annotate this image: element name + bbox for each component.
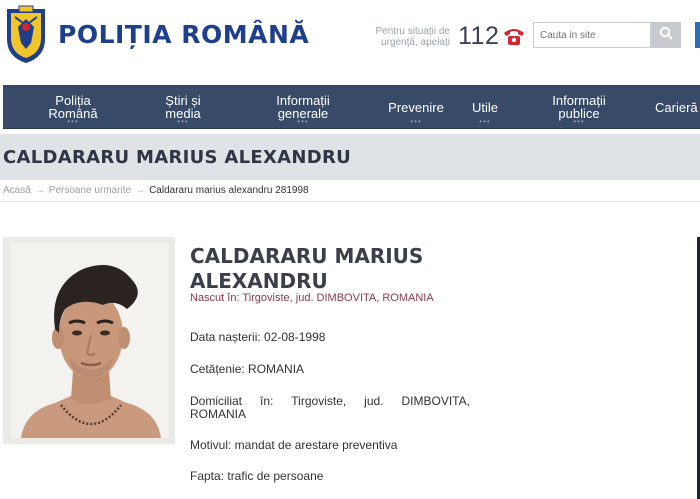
crest-icon[interactable] <box>3 5 49 65</box>
breadcrumb-arrow-icon: → <box>34 185 45 196</box>
nav-item-informatii-generale[interactable]: Informații generale ••• <box>265 85 341 129</box>
domicile: Domiciliat în: Tirgoviste, jud. DIMBOVIT… <box>190 394 470 408</box>
nav-dots: ••• <box>410 117 422 126</box>
nav-dots: ••• <box>479 117 491 126</box>
domicile-word: Tirgoviste, <box>291 394 347 408</box>
nav-dots: ••• <box>297 117 309 126</box>
phone-icon <box>502 25 526 47</box>
nav-dots: ••• <box>573 117 585 126</box>
domicile-word: în: <box>259 394 274 408</box>
birthplace: Nascut în: Tirgoviste, jud. DIMBOVITA, R… <box>190 292 434 304</box>
breadcrumb: Acasă → Persoane urmarite → Caldararu marius… <box>3 185 309 196</box>
search-button[interactable] <box>651 22 681 48</box>
breadcrumb-current: Caldararu marius alexandru 281998 <box>149 185 309 196</box>
divider <box>0 201 700 202</box>
nav-dots: ••• <box>67 117 79 126</box>
emergency-number: 112 <box>458 22 500 50</box>
person-photo-frame <box>3 237 175 444</box>
header-accent <box>695 22 700 48</box>
emergency-label: Pentru situații de urgență, apelați <box>375 26 451 48</box>
birth-date: Data nașterii: 02-08-1998 <box>190 330 326 344</box>
main-nav: Poliția Română ••• Știri și media ••• In… <box>3 85 700 129</box>
offense: Fapta: trafic de persoane <box>190 469 324 483</box>
warrant-reason: Motivul: mandat de arestare preventiva <box>190 438 398 452</box>
search-input[interactable] <box>533 22 651 48</box>
breadcrumb-arrow-icon: → <box>135 185 146 196</box>
search-icon <box>659 26 673 45</box>
nav-label-line1: Utile <box>471 99 498 115</box>
citizenship: Cetățenie: ROMANIA <box>190 362 305 376</box>
person-photo <box>11 243 169 438</box>
nav-item-politia-romana[interactable]: Poliția Română ••• <box>41 85 105 129</box>
domicile-word: jud. <box>364 394 384 408</box>
nav-item-stiri-media[interactable]: Știri și media ••• <box>151 85 215 129</box>
page-title: CALDARARU MARIUS ALEXANDRU <box>3 147 352 168</box>
breadcrumb-home[interactable]: Acasă <box>3 185 31 196</box>
nav-label-line1: Carieră <box>655 99 698 115</box>
domicile-line2: ROMANIA <box>190 407 247 421</box>
nav-item-prevenire[interactable]: Prevenire ••• <box>380 85 452 129</box>
nav-item-cariera[interactable]: Carieră <box>655 85 700 129</box>
site-header: POLIȚIA ROMÂNĂ Pentru situații de urgenț… <box>0 0 700 82</box>
domicile-word: Domiciliat <box>190 394 243 408</box>
nav-item-utile[interactable]: Utile ••• <box>463 85 507 129</box>
nav-dots: ••• <box>177 117 189 126</box>
nav-item-informatii-publice[interactable]: Informații publice ••• <box>541 85 617 129</box>
nav-label-line1: Prevenire <box>388 99 444 115</box>
person-name: CALDARARU MARIUS ALEXANDRU <box>190 244 424 293</box>
site-title[interactable]: POLIȚIA ROMÂNĂ <box>58 20 309 49</box>
breadcrumb-section[interactable]: Persoane urmarite <box>49 185 131 196</box>
domicile-word: DIMBOVITA, <box>401 394 470 408</box>
